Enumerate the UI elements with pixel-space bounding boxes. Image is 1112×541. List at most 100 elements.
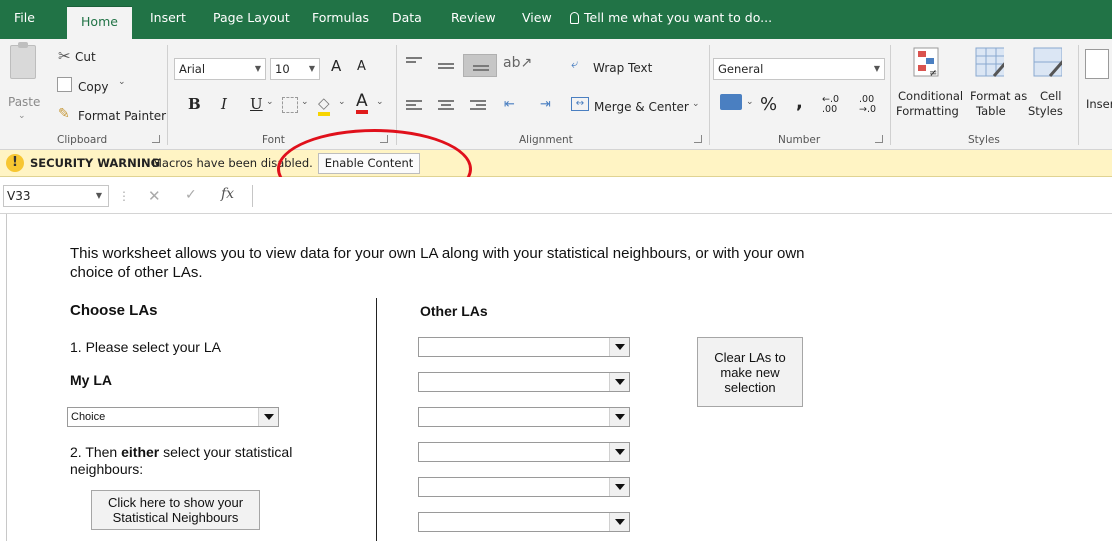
cell-styles-icon <box>1033 47 1062 77</box>
tab-insert[interactable]: Insert <box>150 10 186 25</box>
wrap-text-button[interactable]: Wrap Text <box>593 61 652 75</box>
format-as-table-label-2[interactable]: Table <box>976 104 1006 118</box>
cell-styles-label-1[interactable]: Cell <box>1040 89 1062 103</box>
paste-dropdown-icon[interactable]: ⌄ <box>18 111 26 121</box>
other-la-select-2[interactable] <box>418 372 630 392</box>
my-la-value: Choice <box>71 411 106 423</box>
underline-button[interactable]: U <box>250 95 263 113</box>
format-as-table-label-1[interactable]: Format as <box>970 89 1027 103</box>
section-divider <box>376 298 377 541</box>
scissors-icon: ✂ <box>58 47 71 65</box>
svg-text:≠: ≠ <box>929 68 937 79</box>
font-launcher-icon[interactable] <box>380 135 388 143</box>
decrease-decimal-button[interactable]: .00 →.0 <box>859 95 885 115</box>
wrap-text-icon: ⤶ <box>571 57 579 72</box>
name-box[interactable]: V33 ▼ <box>3 185 109 207</box>
lightbulb-icon <box>570 12 579 24</box>
merge-center-icon: ↔ <box>571 97 589 111</box>
tab-data[interactable]: Data <box>392 10 422 25</box>
copy-button[interactable]: Copy <box>78 80 108 94</box>
increase-decimal-button[interactable]: ←.0 .00 <box>822 95 848 115</box>
format-painter-icon: ✎ <box>58 106 70 122</box>
chevron-down-icon: ▼ <box>254 64 261 73</box>
group-divider <box>167 45 168 145</box>
tab-home[interactable]: Home <box>67 6 132 39</box>
font-color-dropdown-icon[interactable]: ⌄ <box>376 97 384 107</box>
cut-button[interactable]: Cut <box>75 50 96 64</box>
other-la-select-4[interactable] <box>418 442 630 462</box>
cancel-icon[interactable]: ✕ <box>148 187 161 205</box>
percent-style-button[interactable]: % <box>760 94 777 115</box>
my-la-select[interactable]: Choice <box>67 407 279 427</box>
font-color-button[interactable]: A <box>356 92 368 114</box>
group-divider <box>396 45 397 145</box>
tab-page-layout[interactable]: Page Layout <box>213 10 290 25</box>
fill-color-dropdown-icon[interactable]: ⌄ <box>338 97 346 107</box>
other-la-select-5[interactable] <box>418 477 630 497</box>
step2-prefix: 2. Then <box>70 444 122 460</box>
number-format-select[interactable]: General ▼ <box>713 58 885 80</box>
grow-font-button[interactable]: A <box>331 57 341 75</box>
insert-cells-icon <box>1085 49 1109 79</box>
underline-dropdown-icon[interactable]: ⌄ <box>266 97 274 107</box>
insert-function-button[interactable]: fx <box>221 186 234 202</box>
increase-indent-icon[interactable]: ⇥ <box>540 97 551 112</box>
borders-dropdown-icon[interactable]: ⌄ <box>301 97 309 107</box>
orientation-icon[interactable]: ab↗ <box>503 55 532 71</box>
conditional-formatting-label-2[interactable]: Formatting <box>896 104 959 118</box>
top-align-icon[interactable] <box>406 57 422 69</box>
font-group-label: Font <box>262 134 285 146</box>
clipboard-launcher-icon[interactable] <box>152 135 160 143</box>
tab-file[interactable]: File <box>14 10 35 25</box>
tell-me-search[interactable]: Tell me what you want to do... <box>570 10 772 25</box>
other-la-select-3[interactable] <box>418 407 630 427</box>
align-center-icon[interactable] <box>438 100 454 112</box>
tab-review[interactable]: Review <box>451 10 496 25</box>
bottom-align-icon[interactable] <box>463 54 497 77</box>
copy-dropdown-icon[interactable]: ⌄ <box>118 77 126 87</box>
alignment-launcher-icon[interactable] <box>694 135 702 143</box>
sheet-edge-line <box>6 214 7 541</box>
insert-cells-button[interactable]: Inser <box>1086 97 1112 111</box>
borders-icon[interactable] <box>282 97 298 113</box>
enable-content-button[interactable]: Enable Content <box>318 153 420 174</box>
align-right-icon[interactable] <box>470 100 486 112</box>
styles-group-label: Styles <box>968 134 1000 146</box>
step2-text: 2. Then either select your statistical n… <box>70 444 330 478</box>
tab-view[interactable]: View <box>522 10 552 25</box>
font-family-select[interactable]: Arial ▼ <box>174 58 266 80</box>
formula-bar-grip-icon[interactable]: ⋮ <box>118 189 130 203</box>
middle-align-icon[interactable] <box>438 63 454 75</box>
comma-style-button[interactable]: , <box>796 92 803 113</box>
align-left-icon[interactable] <box>406 100 422 112</box>
clear-las-button[interactable]: Clear LAs to make new selection <box>697 337 803 407</box>
other-la-select-6[interactable] <box>418 512 630 532</box>
fill-color-icon[interactable]: ◇ <box>318 94 330 116</box>
number-launcher-icon[interactable] <box>875 135 883 143</box>
currency-format-icon[interactable] <box>720 94 742 110</box>
font-size-select[interactable]: 10 ▼ <box>270 58 320 80</box>
bold-button[interactable]: B <box>188 95 201 113</box>
formula-input[interactable] <box>252 185 1112 207</box>
paste-icon[interactable] <box>10 42 36 79</box>
merge-dropdown-icon[interactable]: ⌄ <box>692 99 700 109</box>
ribbon-tab-bar: File Home Insert Page Layout Formulas Da… <box>0 0 1112 39</box>
format-painter-button[interactable]: Format Painter <box>78 109 166 123</box>
other-la-select-1[interactable] <box>418 337 630 357</box>
tab-formulas[interactable]: Formulas <box>312 10 369 25</box>
group-divider <box>1078 45 1079 145</box>
enter-check-icon[interactable]: ✓ <box>185 187 197 203</box>
conditional-formatting-label-1[interactable]: Conditional <box>898 89 963 103</box>
dropdown-arrow-icon <box>609 478 629 496</box>
italic-button[interactable]: I <box>221 95 227 113</box>
decrease-indent-icon[interactable]: ⇤ <box>504 97 515 112</box>
currency-dropdown-icon[interactable]: ⌄ <box>746 97 754 107</box>
shrink-font-button[interactable]: A <box>357 59 366 74</box>
security-warning-bar: ! SECURITY WARNING Macros have been disa… <box>0 150 1112 177</box>
cell-styles-label-2[interactable]: Styles <box>1028 104 1063 118</box>
paste-button[interactable]: Paste <box>8 95 40 109</box>
show-statistical-neighbours-button[interactable]: Click here to show your Statistical Neig… <box>91 490 260 530</box>
merge-center-button[interactable]: Merge & Center <box>594 100 689 114</box>
clipboard-group-label: Clipboard <box>57 134 108 146</box>
step1-text: 1. Please select your LA <box>70 339 221 355</box>
